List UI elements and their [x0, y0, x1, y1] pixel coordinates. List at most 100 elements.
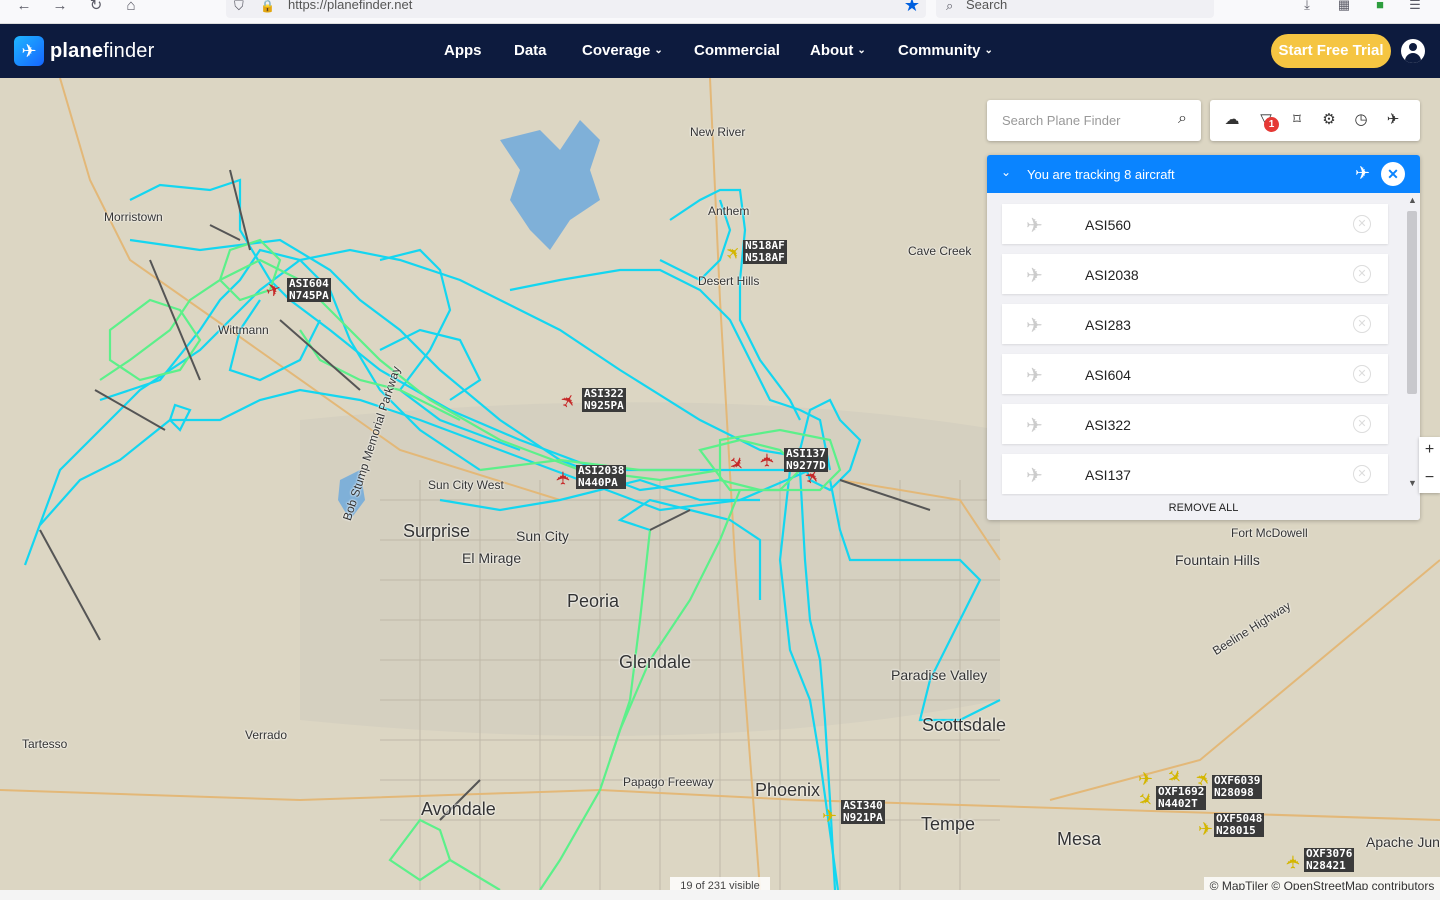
bookmark-star-icon[interactable]: ★ — [904, 0, 920, 14]
browser-search-bar[interactable]: ⌕ Search — [936, 0, 1214, 18]
back-icon[interactable]: ← — [12, 0, 36, 18]
browser-search-placeholder: Search — [966, 0, 1008, 12]
tracking-panel: ⌄ You are tracking 8 aircraft ✈ ✕ ✈ ASI5… — [987, 155, 1420, 520]
tracking-scrollbar[interactable]: ▲ ▼ — [1405, 195, 1419, 493]
reload-icon[interactable]: ↻ — [84, 0, 108, 18]
search-icon: ⌕ — [946, 0, 954, 13]
aircraft-marker-oxf5048[interactable]: ✈ — [1198, 820, 1213, 838]
settings-icon[interactable]: ⚙ — [1320, 111, 1338, 129]
place-apache-junction: Apache Junction — [1366, 834, 1440, 850]
site-header: ✈ planefinder Apps Data Coverage ⌄ Commer… — [0, 24, 1440, 78]
cloud-icon[interactable]: ☁ — [1223, 111, 1241, 129]
aircraft-callsign: ASI283 — [1085, 317, 1131, 333]
bookmark-icon[interactable]: ⌑ — [1288, 111, 1306, 129]
place-peoria: Peoria — [567, 591, 620, 611]
planefinder-logo[interactable]: ✈ planefinder — [14, 36, 154, 66]
place-new-river: New River — [690, 125, 746, 139]
aircraft-icon: ✈ — [1026, 415, 1043, 437]
zoom-in-button[interactable]: + — [1419, 437, 1440, 465]
aircraft-marker-asi2038[interactable]: ✈ — [554, 470, 574, 485]
aircraft-marker-asi340[interactable]: ✈ — [822, 807, 837, 825]
nav-apps[interactable]: Apps — [444, 42, 482, 59]
url-text[interactable]: https://planefinder.net — [288, 0, 412, 12]
remove-icon[interactable]: ✕ — [1353, 415, 1371, 433]
aircraft-icon: ✈ — [1026, 215, 1043, 237]
list-item[interactable]: ✈ ASI322 ✕ — [1002, 404, 1388, 444]
plane-search-placeholder: Search Plane Finder — [1002, 113, 1121, 128]
tracking-list: ✈ ASI560 ✕ ✈ ASI2038 ✕ ✈ ASI283 ✕ ✈ ASI6… — [1002, 204, 1388, 504]
remove-icon[interactable]: ✕ — [1353, 465, 1371, 483]
url-bar[interactable]: ⛉ 🔒 https://planefinder.net ★ — [226, 0, 926, 18]
list-item[interactable]: ✈ ASI2038 ✕ — [1002, 254, 1388, 294]
scroll-down-icon[interactable]: ▼ — [1408, 478, 1417, 488]
close-tracking-button[interactable]: ✕ — [1381, 162, 1405, 186]
menu-icon[interactable]: ☰ — [1406, 0, 1424, 13]
downloads-icon[interactable]: ⤓ — [1298, 0, 1316, 13]
history-icon[interactable]: ◷ — [1352, 111, 1370, 129]
place-surprise: Surprise — [403, 521, 471, 541]
logo-text-light: finder — [103, 39, 155, 62]
logo-text-bold: plane — [50, 39, 104, 62]
zoom-out-button[interactable]: − — [1419, 465, 1440, 493]
aircraft-callsign: ASI560 — [1085, 217, 1131, 233]
shield-icon[interactable]: ⛉ — [234, 0, 244, 12]
aircraft-marker-yellow-1[interactable]: ✈ — [1138, 770, 1153, 788]
extension-icon[interactable]: ▦ — [1335, 0, 1353, 13]
nav-about[interactable]: About ⌄ — [810, 42, 866, 59]
list-item[interactable]: ✈ ASI137 ✕ — [1002, 454, 1388, 494]
bottom-strip — [0, 890, 1440, 900]
plane-search-input[interactable]: Search Plane Finder ⌕ — [987, 100, 1201, 141]
aircraft-marker-asi137[interactable]: ✈ — [758, 452, 778, 467]
place-verrado: Verrado — [245, 728, 288, 742]
remove-icon[interactable]: ✕ — [1353, 265, 1371, 283]
place-tempe: Tempe — [921, 814, 976, 834]
aircraft-settings-icon[interactable]: ✈ — [1384, 111, 1402, 129]
search-icon[interactable]: ⌕ — [1178, 110, 1187, 128]
forward-icon[interactable]: → — [48, 0, 72, 18]
place-desert-hills: Desert Hills — [698, 274, 760, 288]
home-icon[interactable]: ⌂ — [119, 0, 143, 18]
remove-icon[interactable]: ✕ — [1353, 215, 1371, 233]
flight-label-oxf6039[interactable]: OXF6039 N28098 — [1212, 775, 1263, 799]
remove-icon[interactable]: ✕ — [1353, 315, 1371, 333]
flight-label-asi604[interactable]: ASI604 N745PA — [287, 278, 331, 302]
place-phoenix: Phoenix — [755, 780, 821, 800]
scroll-up-icon[interactable]: ▲ — [1408, 195, 1417, 205]
remove-icon[interactable]: ✕ — [1353, 365, 1371, 383]
extension-green-icon[interactable]: ■ — [1371, 0, 1389, 13]
flight-label-oxf5048[interactable]: OXF5048 N28015 — [1214, 813, 1265, 837]
nav-data[interactable]: Data — [514, 42, 547, 59]
flight-label-asi2038[interactable]: ASI2038 N440PA — [576, 465, 627, 489]
list-item[interactable]: ✈ ASI604 ✕ — [1002, 354, 1388, 394]
account-icon[interactable] — [1401, 39, 1425, 63]
logo-plane-icon: ✈ — [14, 36, 44, 66]
map-toolbar: ☁ ▽ ⌑ ⚙ ◷ ✈ — [1210, 100, 1420, 141]
remove-all-button[interactable]: REMOVE ALL — [987, 496, 1420, 520]
place-sun-city: Sun City — [516, 528, 569, 544]
place-fort-mcdowell: Fort McDowell — [1231, 526, 1308, 540]
place-mesa: Mesa — [1057, 829, 1102, 849]
chevron-down-icon[interactable]: ⌄ — [1001, 165, 1011, 179]
zoom-control: + − — [1419, 437, 1440, 493]
flight-label-n518af[interactable]: N518AF N518AF — [743, 240, 787, 264]
lock-icon[interactable]: 🔒 — [260, 0, 275, 12]
tracking-header: ⌄ You are tracking 8 aircraft ✈ ✕ — [987, 155, 1420, 193]
flight-label-oxf1692[interactable]: OXF1692 N4402T — [1156, 786, 1207, 810]
list-item[interactable]: ✈ ASI560 ✕ — [1002, 204, 1388, 244]
nav-commercial[interactable]: Commercial — [694, 42, 780, 59]
flight-label-asi340[interactable]: ASI340 N921PA — [841, 800, 885, 824]
nav-coverage[interactable]: Coverage ⌄ — [582, 42, 663, 59]
browser-toolbar: ← → ↻ ⌂ ⛉ 🔒 https://planefinder.net ★ ⌕ … — [0, 0, 1440, 24]
start-free-trial-button[interactable]: Start Free Trial — [1271, 34, 1391, 68]
list-item[interactable]: ✈ ASI283 ✕ — [1002, 304, 1388, 344]
aircraft-marker-oxf3076[interactable]: ✈ — [1284, 854, 1304, 869]
place-wittmann: Wittmann — [218, 323, 269, 337]
aircraft-icon: ✈ — [1026, 365, 1043, 387]
flight-label-asi322[interactable]: ASI322 N925PA — [582, 388, 626, 412]
nav-community[interactable]: Community ⌄ — [898, 42, 993, 59]
place-glendale: Glendale — [619, 652, 692, 672]
flight-label-asi137[interactable]: ASI137 N9277D — [784, 448, 828, 472]
flight-label-oxf3076[interactable]: OXF3076 N28421 — [1304, 848, 1355, 872]
scroll-thumb[interactable] — [1407, 211, 1417, 394]
place-sun-city-west: Sun City West — [428, 478, 504, 492]
